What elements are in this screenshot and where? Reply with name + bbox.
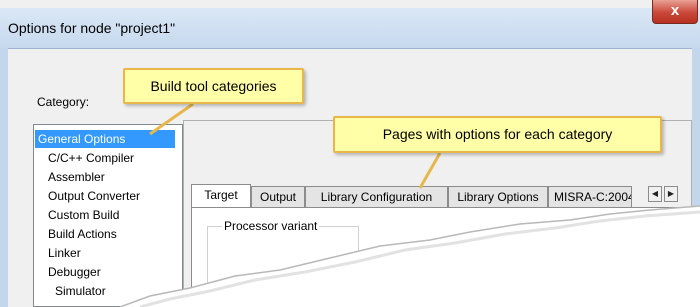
callout-pages-with-options: Pages with options for each category xyxy=(333,116,662,153)
categories-leader-line xyxy=(149,102,194,136)
pages-leader-line xyxy=(418,152,442,189)
callout-build-tool-categories: Build tool categories xyxy=(123,68,304,104)
callout-leaders xyxy=(149,102,442,189)
